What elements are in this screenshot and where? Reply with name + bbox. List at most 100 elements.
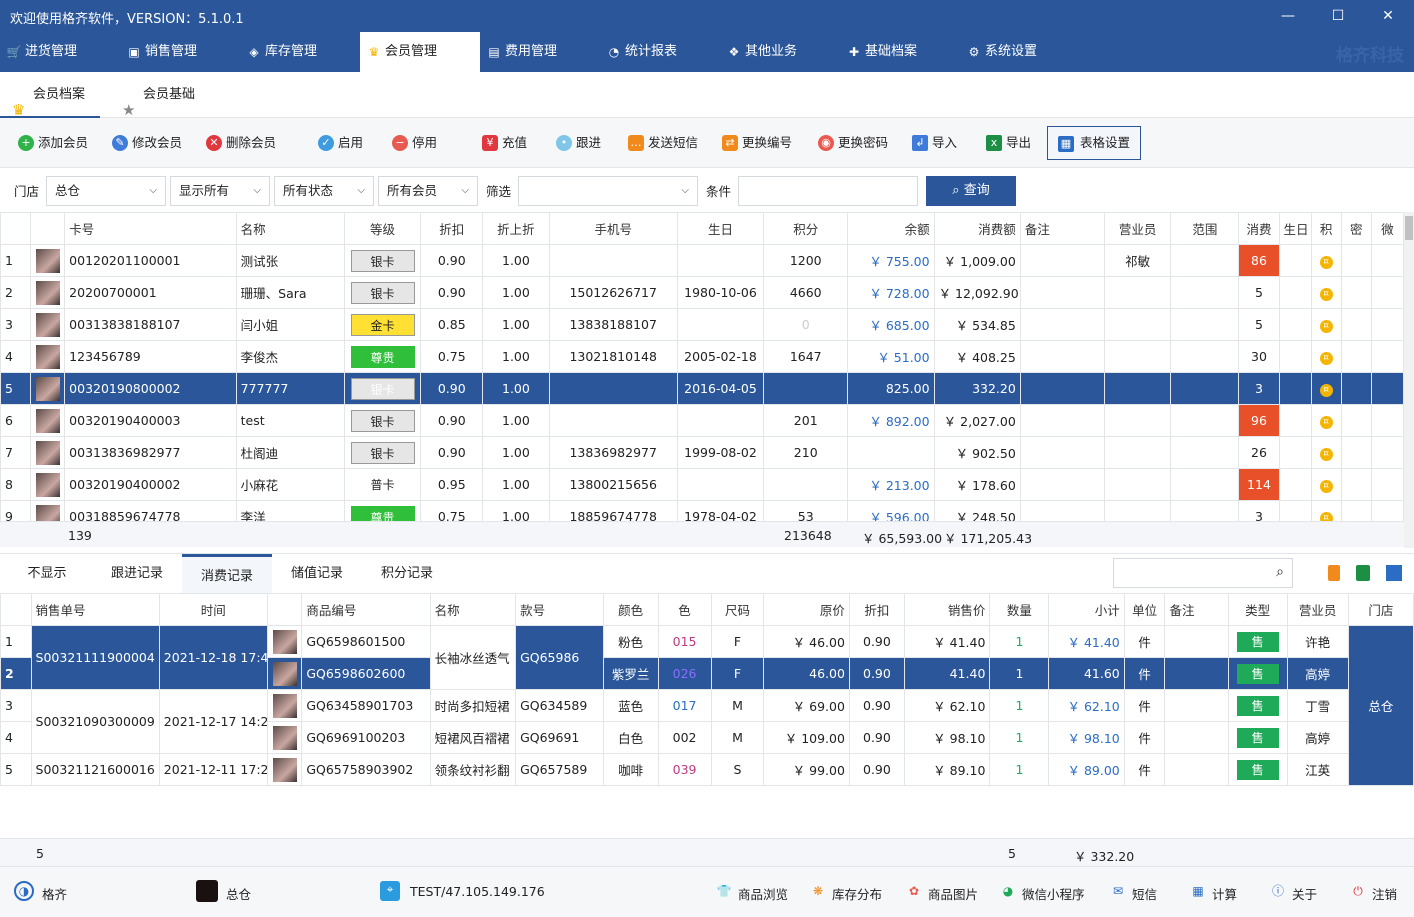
member-row[interactable]: 4 123456789 李俊杰 尊贵 0.75 1.00 13021810148 2005-0…	[0, 340, 1405, 373]
menu-archive[interactable]: ✚ 基础档案	[840, 32, 960, 72]
member-select[interactable]: 所有会员 ⌵	[378, 176, 478, 206]
col-rep[interactable]: 营业员	[1104, 212, 1172, 245]
record-row[interactable]: 1 S00321111900004 2021-12-18 17:43 GQ659860…	[0, 625, 1414, 786]
col-style[interactable]: 款号	[515, 593, 604, 626]
file-icon[interactable]	[1328, 565, 1340, 581]
col-remark[interactable]: 备注	[1164, 593, 1229, 626]
wechat-miniapp-link[interactable]: ◕ 微信小程序	[1000, 884, 1085, 903]
menu-reports[interactable]: ◔ 统计报表	[600, 32, 720, 72]
member-row[interactable]: 2 20200700001 珊珊、Sara 银卡 0.90 1.00 15012626717…	[0, 276, 1405, 309]
condition-input[interactable]	[738, 176, 918, 206]
col-color-code[interactable]: 色	[657, 593, 712, 626]
member-row[interactable]: 7 00313836982977 杜阁迪 银卡 0.90 1.00 13836982977 1…	[0, 436, 1405, 469]
col-spend[interactable]: 消费额	[933, 212, 1021, 245]
menu-other[interactable]: ❖ 其他业务	[720, 32, 840, 72]
sale-type-badge[interactable]: 售	[1236, 695, 1279, 716]
search-icon[interactable]: ⌕	[1276, 564, 1284, 580]
col-card[interactable]: 卡号	[64, 212, 237, 245]
col-discount2[interactable]: 折上折	[482, 212, 550, 245]
tab-hide[interactable]: 不显示	[2, 554, 92, 594]
col-sku[interactable]: 商品编号	[301, 593, 431, 626]
maximize-icon[interactable]: ☐	[1326, 6, 1350, 26]
about-link[interactable]: ⓘ 关于	[1270, 884, 1317, 903]
col-phone[interactable]: 手机号	[548, 212, 678, 245]
sms-link[interactable]: ✉ 短信	[1110, 884, 1157, 903]
sale-type-badge[interactable]: 售	[1236, 727, 1279, 748]
tab-purchase-records[interactable]: 消费记录	[182, 554, 272, 594]
server-item[interactable]: ⌖ TEST/47.105.149.176	[380, 881, 545, 901]
query-button[interactable]: ⌕ 查询	[926, 176, 1016, 206]
col-points[interactable]: 积分	[763, 212, 849, 245]
menu-settings[interactable]: ⚙ 系统设置	[960, 32, 1080, 72]
record-row[interactable]: 5 S00321121600016 2021-12-11 17:26 GQ657589…	[0, 753, 1414, 786]
change-number-button[interactable]: ⇄ 更换编号	[722, 128, 792, 158]
store-item[interactable]: 总仓	[196, 880, 251, 903]
member-row[interactable]: 5 00320190800002 777777 银卡 0.90 1.00 2016-04-0…	[0, 372, 1405, 405]
enable-button[interactable]: ✓ 启用	[318, 128, 363, 158]
logout-link[interactable]: ⏻ 注销	[1350, 884, 1397, 903]
add-member-button[interactable]: + 添加会员	[18, 128, 88, 158]
follow-button[interactable]: • 跟进	[556, 128, 601, 158]
col-product-name[interactable]: 名称	[429, 593, 517, 626]
display-select[interactable]: 显示所有 ⌵	[170, 176, 270, 206]
col-balance[interactable]: 余额	[847, 212, 935, 245]
col-store[interactable]: 门店	[1347, 593, 1414, 626]
product-browse-link[interactable]: 👕 商品浏览	[716, 884, 789, 903]
stock-distribution-link[interactable]: ❋ 库存分布	[810, 884, 882, 903]
col-name[interactable]: 名称	[235, 212, 345, 245]
close-icon[interactable]: ✕	[1376, 6, 1400, 26]
tab-follow-records[interactable]: 跟进记录	[92, 554, 182, 594]
tab-stored-value-records[interactable]: 储值记录	[272, 554, 362, 594]
import-button[interactable]: ↲ 导入	[912, 128, 957, 158]
menu-purchase[interactable]: 🛒 进货管理	[0, 32, 120, 72]
col-order-no[interactable]: 销售单号	[30, 593, 160, 626]
col-time[interactable]: 时间	[158, 593, 268, 626]
send-sms-button[interactable]: … 发送短信	[628, 128, 698, 158]
sale-type-badge[interactable]: 售	[1236, 759, 1279, 780]
col-qty[interactable]: 数量	[989, 593, 1050, 626]
col-subtotal[interactable]: 小计	[1048, 593, 1125, 626]
delete-member-button[interactable]: ✕ 删除会员	[206, 128, 276, 158]
col-size[interactable]: 尺码	[710, 593, 765, 626]
table-icon[interactable]	[1386, 565, 1402, 581]
menu-inventory[interactable]: ◈ 库存管理	[240, 32, 360, 72]
col-level[interactable]: 等级	[343, 212, 422, 245]
col-price[interactable]: 原价	[763, 593, 850, 626]
filter-select[interactable]: ⌵	[518, 176, 698, 206]
col-sale-price[interactable]: 销售价	[903, 593, 991, 626]
table-settings-button[interactable]: ▦ 表格设置	[1047, 126, 1142, 160]
menu-sales[interactable]: ▣ 销售管理	[120, 32, 240, 72]
col-rep[interactable]: 营业员	[1286, 593, 1349, 626]
sale-type-badge[interactable]: 售	[1236, 663, 1279, 684]
member-row[interactable]: 8 00320190400002 小麻花 普卡 0.95 1.00 13800215656 ￥…	[0, 468, 1405, 501]
record-search-input[interactable]: ⌕	[1113, 558, 1293, 588]
tab-points-records[interactable]: 积分记录	[362, 554, 452, 594]
sale-type-badge[interactable]: 售	[1236, 631, 1279, 652]
member-row[interactable]: 3 00313838188107 闫小姐 金卡 0.85 1.00 13838188107 0…	[0, 308, 1405, 341]
excel-icon[interactable]	[1356, 565, 1370, 581]
edit-member-button[interactable]: ✎ 修改会员	[112, 128, 182, 158]
member-row[interactable]: 1 00120201100001 测试张 银卡 0.90 1.00 1200 ￥ 755.00…	[0, 244, 1405, 277]
store-select[interactable]: 总仓 ⌵	[46, 176, 166, 206]
vertical-scrollbar[interactable]	[1404, 212, 1414, 548]
record-row[interactable]: 3 S00321090300009 2021-12-17 14:29 GQ634589…	[0, 689, 1414, 754]
col-birthday[interactable]: 生日	[676, 212, 765, 245]
tab-member-basic[interactable]: ★ 会员基础	[110, 72, 210, 119]
scroll-thumb[interactable]	[1405, 216, 1413, 240]
tab-member-archive[interactable]: ♛ 会员档案	[0, 72, 100, 119]
calculator-link[interactable]: ▦ 计算	[1190, 884, 1237, 903]
status-select[interactable]: 所有状态 ⌵	[274, 176, 374, 206]
product-images-link[interactable]: ✿ 商品图片	[906, 884, 978, 903]
col-scope[interactable]: 范围	[1170, 212, 1240, 245]
member-row[interactable]: 6 00320190400003 test 银卡 0.90 1.00 201 ￥ 892.00…	[0, 404, 1405, 437]
col-pwd-flag[interactable]: 密	[1340, 212, 1372, 245]
col-discount[interactable]: 折扣	[420, 212, 484, 245]
col-points-flag[interactable]: 积	[1310, 212, 1342, 245]
minimize-icon[interactable]: —	[1276, 6, 1300, 26]
change-password-button[interactable]: ◉ 更换密码	[818, 128, 888, 158]
col-color[interactable]: 颜色	[602, 593, 659, 626]
recharge-button[interactable]: ¥ 充值	[482, 128, 527, 158]
col-wx-flag[interactable]: 微	[1370, 212, 1405, 245]
col-count[interactable]: 消费	[1238, 212, 1280, 245]
col-unit[interactable]: 单位	[1123, 593, 1166, 626]
